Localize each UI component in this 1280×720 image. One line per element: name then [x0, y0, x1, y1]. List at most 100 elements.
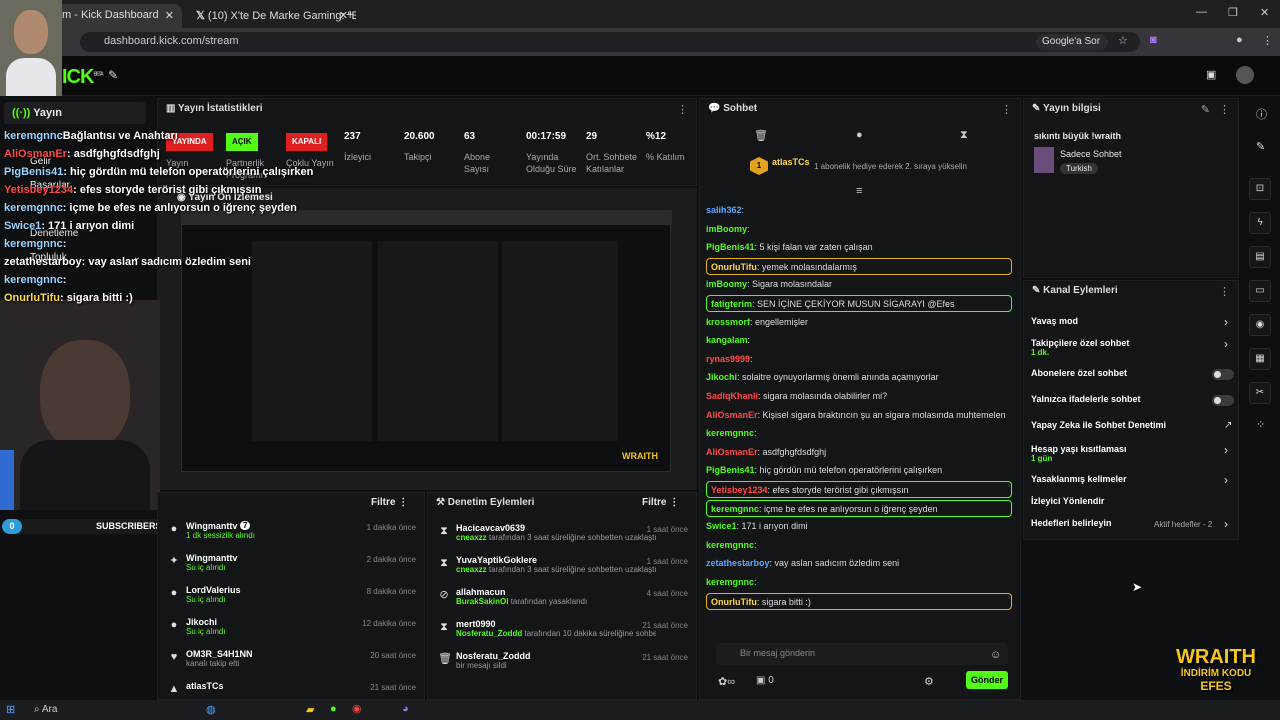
chat-username[interactable]: Yetisbey1234 — [711, 485, 768, 495]
more-icon[interactable]: ⋮ — [1219, 103, 1230, 116]
chat-username[interactable]: kangalam — [706, 335, 748, 345]
chat-username[interactable]: Swice1 — [706, 521, 737, 531]
preview-video[interactable]: WRAITH — [181, 210, 672, 472]
chat-username[interactable]: keremgnnc — [711, 504, 759, 514]
broadcast-side-icon[interactable]: ◉ — [1249, 314, 1271, 336]
chat-username[interactable]: Jikochi — [706, 372, 737, 382]
tab-kick-dashboard[interactable]: m - Kick Dashboard ✕ — [52, 4, 182, 28]
studio-icon[interactable]: ▣ — [1206, 68, 1216, 81]
tab-x[interactable]: 𝕏 (10) X'te De Marke Gaming: "Er ✕ — [186, 4, 356, 28]
chevron-right-icon[interactable]: › — [1224, 337, 1228, 351]
more-icon[interactable]: ⋮ — [1001, 103, 1012, 116]
category-name[interactable]: Sadece Sohbet — [1060, 149, 1122, 159]
channel-action-item[interactable]: Yasaklanmış kelimeler — [1031, 474, 1127, 484]
chevron-right-icon[interactable]: › — [1224, 517, 1228, 531]
channel-action-item[interactable]: İzleyici Yönlendir — [1031, 496, 1104, 506]
menu-icon[interactable]: ⋮ — [1262, 34, 1273, 47]
chevron-right-icon[interactable]: › — [1224, 473, 1228, 487]
wrench-icon[interactable]: ✎ — [108, 68, 118, 82]
chat-username[interactable]: fatigterim — [711, 299, 752, 309]
collapse-icon[interactable]: ≡ — [856, 185, 862, 197]
chat-username[interactable]: imBoomy — [706, 224, 747, 234]
language-tag[interactable]: Turkish — [1060, 163, 1098, 174]
tools-icon[interactable]: ✂ — [1249, 382, 1271, 404]
chat-username[interactable]: imBoomy — [706, 279, 747, 289]
edit-icon[interactable]: ✎ — [1201, 103, 1210, 116]
mod-actor[interactable]: Nosferatu_Zoddd — [456, 629, 522, 638]
notes-icon[interactable]: ▤ — [1249, 246, 1271, 268]
chat-bubble-icon[interactable]: ● — [856, 129, 863, 141]
chat-side-icon[interactable]: ▭ — [1249, 280, 1271, 302]
chat-username[interactable]: PigBenis41 — [706, 242, 755, 252]
profile-icon[interactable]: ● — [1236, 34, 1243, 46]
more-icon[interactable]: ⋮ — [1219, 285, 1230, 298]
url-field[interactable]: dashboard.kick.com/stream — [80, 32, 1140, 52]
chat-username[interactable]: SadiqKhanli — [706, 391, 758, 401]
chat-username[interactable]: keremgnnc — [706, 428, 754, 438]
mod-actor[interactable]: BurakSakinOl — [456, 597, 508, 606]
chevron-right-icon[interactable]: › — [1224, 443, 1228, 457]
external-link-icon[interactable]: ↗ — [1224, 420, 1232, 431]
avatar[interactable] — [1236, 66, 1254, 84]
emoji-icon[interactable]: ☺ — [990, 649, 1001, 661]
chat-username[interactable]: salih362 — [706, 205, 742, 215]
chat-username[interactable]: OnurluTifu — [711, 262, 757, 272]
mod-actor[interactable]: cneaxzz — [456, 533, 487, 542]
edit-side-icon[interactable]: ✎ — [1256, 140, 1265, 153]
channel-action-item[interactable]: Hesap yaşı kısıtlaması 1 gün — [1031, 444, 1127, 463]
toggle-switch[interactable] — [1212, 369, 1234, 380]
close-icon[interactable]: ✕ — [165, 9, 174, 22]
filter-button[interactable]: Filtre ⋮ — [371, 497, 408, 508]
chat-settings-icon[interactable]: ⚙ — [924, 675, 934, 688]
spotify-icon[interactable]: ● — [330, 703, 337, 715]
points-icon[interactable]: ✿∞ — [718, 675, 735, 688]
channel-action-item[interactable]: Yapay Zeka ile Sohbet Denetimi — [1031, 420, 1166, 430]
overlay-chat-user: Swice1 — [4, 220, 42, 232]
pinned-user[interactable]: atlasTCs — [772, 157, 810, 167]
chat-username[interactable]: PigBenis41 — [706, 465, 755, 475]
chat-username[interactable]: zetathestarboy — [706, 558, 770, 568]
star-icon[interactable]: ☆ — [1118, 34, 1128, 47]
toggle-switch[interactable] — [1212, 395, 1234, 406]
kick-logo[interactable]: ICKBETA — [62, 66, 104, 89]
plugin-icon[interactable]: ⁘ — [1256, 418, 1265, 431]
taskbar-search[interactable]: ⌕ Ara — [30, 702, 150, 718]
chest-icon[interactable]: ▣ 0 — [756, 675, 774, 686]
folder-icon[interactable]: ▰ — [306, 703, 314, 716]
channel-action-item[interactable]: Takipçilere özel sohbet 1 dk. — [1031, 338, 1129, 357]
chat-username[interactable]: keremgnnc — [706, 540, 754, 550]
channel-action-item[interactable]: Abonelere özel sohbet — [1031, 368, 1127, 378]
minimize-icon[interactable]: — — [1196, 6, 1207, 18]
chat-username[interactable]: AliOsmanEr — [706, 410, 758, 420]
nav-yayin[interactable]: ((·)) Yayın — [4, 102, 146, 124]
trash-icon[interactable]: 🗑 — [754, 129, 768, 142]
extension-icon[interactable]: ◙ — [1150, 34, 1157, 46]
chat-username[interactable]: AliOsmanEr — [706, 447, 758, 457]
mod-actor[interactable]: cneaxzz — [456, 565, 487, 574]
filter-button[interactable]: Filtre ⋮ — [642, 497, 679, 508]
flash-icon[interactable]: ϟ — [1249, 212, 1271, 234]
hourglass-icon[interactable]: ⧗ — [960, 129, 968, 142]
chat-username[interactable]: OnurluTifu — [711, 597, 757, 607]
chevron-right-icon[interactable]: › — [1224, 315, 1228, 329]
message-input[interactable]: Bir mesaj gönderin — [716, 643, 1008, 665]
maximize-icon[interactable]: ❐ — [1228, 6, 1238, 19]
chrome-icon[interactable]: ◉ — [352, 702, 362, 715]
layers-icon[interactable]: ▦ — [1249, 348, 1271, 370]
discord-icon[interactable]: ◕ — [402, 703, 409, 715]
send-button[interactable]: Gönder — [966, 671, 1008, 689]
chat-username[interactable]: krossmorf — [706, 317, 750, 327]
scene-icon[interactable]: ⊡ — [1249, 178, 1271, 200]
chat-username[interactable]: rynas9999 — [706, 354, 750, 364]
channel-action-item[interactable]: Hedefleri belirleyin — [1031, 518, 1112, 528]
more-icon[interactable]: ⋮ — [677, 103, 688, 116]
chat-username[interactable]: keremgnnc — [706, 577, 754, 587]
edge-icon[interactable]: ◍ — [206, 703, 216, 716]
window-close-icon[interactable]: ✕ — [1260, 6, 1269, 19]
new-tab-icon[interactable]: + — [346, 6, 354, 22]
channel-action-item[interactable]: Yalnızca ifadelerle sohbet — [1031, 394, 1141, 404]
channel-action-item[interactable]: Yavaş mod — [1031, 316, 1078, 326]
info-icon[interactable]: ⓘ — [1256, 106, 1267, 122]
google-ask-button[interactable]: Google'a Sor — [1036, 34, 1108, 50]
windows-icon[interactable]: ⊞ — [6, 703, 15, 716]
